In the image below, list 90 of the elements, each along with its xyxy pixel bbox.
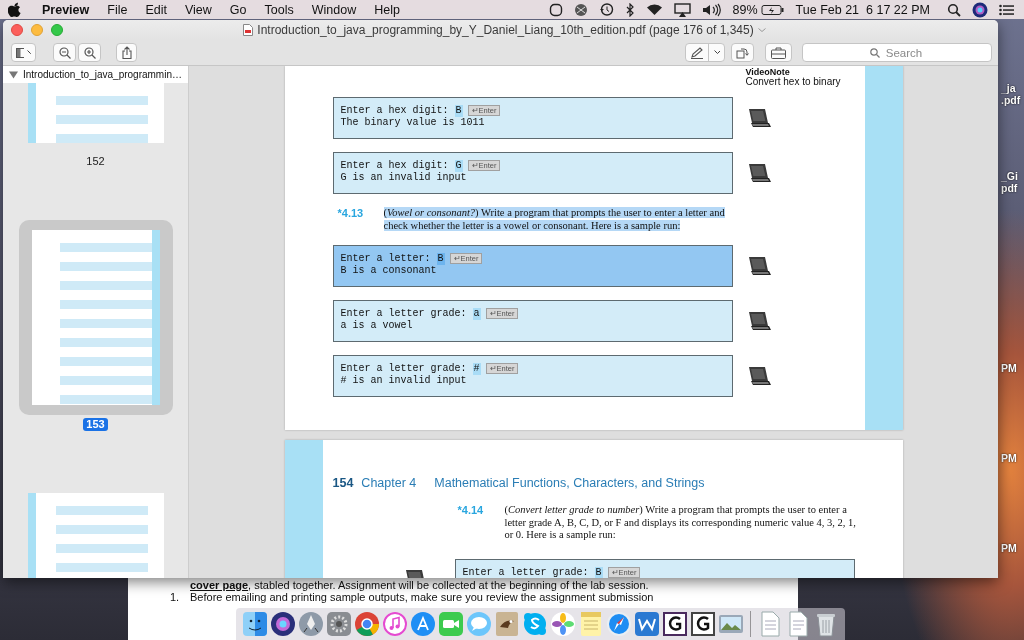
window-title: Introduction_to_java_programming_by_Y_Daniel_Liang_10th_edition.pdf (page 176 of 1,345) (257, 23, 754, 37)
rotate-icon (736, 46, 749, 59)
menu-bar-date: Tue Feb 21 (795, 2, 860, 17)
music-note-icon[interactable] (382, 611, 408, 637)
bluetooth-icon[interactable] (624, 2, 635, 17)
file-label: _Gi pdf (1001, 170, 1018, 194)
flower-icon[interactable] (550, 611, 576, 637)
zoom-in-icon (83, 46, 96, 59)
share-button[interactable] (116, 43, 137, 62)
battery-icon[interactable] (760, 3, 785, 16)
toolbox-icon (771, 46, 786, 59)
clock-icon[interactable] (598, 2, 614, 17)
console-output: G is an invalid input (340, 171, 467, 183)
face-icon[interactable] (242, 611, 268, 637)
search-field[interactable]: Search (802, 43, 992, 62)
app-icon[interactable] (662, 611, 688, 637)
zoom-out-icon (58, 46, 71, 59)
chapter-title: Mathematical Functions, Characters, and Strings (434, 476, 705, 490)
document-paragraph: cover page, stabled together. Assignment will be collected at the beginning of the lab session. (190, 579, 650, 591)
margin-note-title: VideoNote (745, 68, 791, 76)
menu-item[interactable]: Tools (255, 2, 303, 17)
menu-item[interactable]: Go (220, 2, 256, 17)
file-label: PM (1001, 542, 1017, 554)
chapter-label: Chapter 4 (361, 476, 417, 490)
exercise-text: (Convert letter grade to number) Write a program that prompts the user to enter a letter grade A, B, C, D, or F and displays its corresponding numeric value 4, 3, 2, 1, or 0. Here is a sample run: (504, 504, 857, 542)
console-prompt: Enter a hex digit: (340, 160, 449, 172)
menu-item[interactable]: View (175, 2, 221, 17)
exercise-number: *4.14 (457, 504, 485, 518)
menu-bar-clock: 6 17 22 PM (866, 2, 930, 17)
toolbox-button[interactable] (765, 43, 792, 62)
siri-icon[interactable] (270, 611, 296, 637)
sidebar-icon (16, 47, 24, 58)
disclosure-triangle-icon[interactable] (9, 70, 18, 79)
file-label: PM (1001, 362, 1017, 374)
caret-icon (26, 50, 31, 55)
maximize-button[interactable] (51, 24, 63, 36)
page-thumbnail[interactable] (27, 83, 164, 143)
page-number-label: 152 (85, 155, 106, 168)
compass-icon[interactable] (606, 611, 632, 637)
exercise-number: *4.13 (337, 207, 365, 221)
circle-icon[interactable] (354, 611, 380, 637)
battery-percentage: 89% (732, 2, 758, 17)
file-label: PM (1001, 452, 1017, 464)
file-label: _ja .pdf (1001, 82, 1021, 106)
list-icon[interactable] (999, 3, 1014, 16)
close-button[interactable] (11, 24, 23, 36)
menu-item[interactable]: Window (302, 2, 366, 17)
console-output: a is a vowel (340, 319, 413, 331)
zoom-in-button[interactable] (78, 43, 101, 62)
markup-button[interactable] (685, 43, 725, 62)
pdf-file-icon (243, 24, 254, 36)
search-icon[interactable] (947, 2, 961, 17)
wifi-icon[interactable] (645, 3, 663, 16)
console-prompt: Enter a letter grade: (462, 566, 589, 578)
document-title: Introduction_to_java_programmin… (23, 69, 182, 80)
caret-icon (713, 50, 720, 55)
app-icon[interactable] (690, 611, 716, 637)
display-icon[interactable] (673, 2, 691, 17)
pen-icon (690, 46, 703, 59)
app-menu[interactable]: Preview (33, 2, 99, 17)
menu-item[interactable]: Help (365, 2, 409, 17)
console-output: The binary value is 1011 (340, 116, 485, 128)
siri-icon[interactable] (972, 1, 988, 18)
square-icon[interactable] (548, 2, 563, 17)
console-output: B is a consonant (340, 264, 437, 276)
page-thumbnail[interactable] (27, 493, 164, 578)
console-prompt: Enter a letter grade: (340, 308, 467, 320)
sidebar-toggle-button[interactable] (11, 43, 36, 62)
rotate-button[interactable] (731, 43, 754, 62)
margin-note-text: Convert hex to binary (745, 76, 842, 87)
document-paragraph: Before emailing and printing sample outputs, make sure you review the assignment submission (190, 591, 654, 603)
menu-item[interactable]: Edit (136, 2, 176, 17)
page-number-label: 153 (83, 418, 108, 431)
console-output: # is an invalid input (340, 374, 467, 386)
list-number: 1. (170, 591, 181, 603)
speaker-icon[interactable] (701, 2, 722, 17)
search-icon (870, 48, 880, 58)
zoom-out-button[interactable] (53, 43, 76, 62)
ball-icon[interactable] (573, 2, 588, 17)
bird-icon[interactable] (494, 611, 520, 637)
console-prompt: Enter a hex digit: (340, 105, 449, 117)
menu-item[interactable]: File (98, 2, 137, 17)
console-prompt: Enter a letter: (340, 253, 431, 265)
page-thumbnail[interactable] (18, 220, 173, 415)
page-number: 154 (332, 476, 354, 490)
console-prompt: Enter a letter grade: (340, 363, 467, 375)
exercise-text: (Vowel or consonant?) Write a program that prompts the user to enter a letter and check whether the letter is a vowel or consonant. Here is a sample run: (383, 207, 726, 232)
apple-icon[interactable] (8, 2, 21, 17)
gear-icon[interactable] (326, 611, 352, 637)
share-icon (121, 46, 132, 59)
